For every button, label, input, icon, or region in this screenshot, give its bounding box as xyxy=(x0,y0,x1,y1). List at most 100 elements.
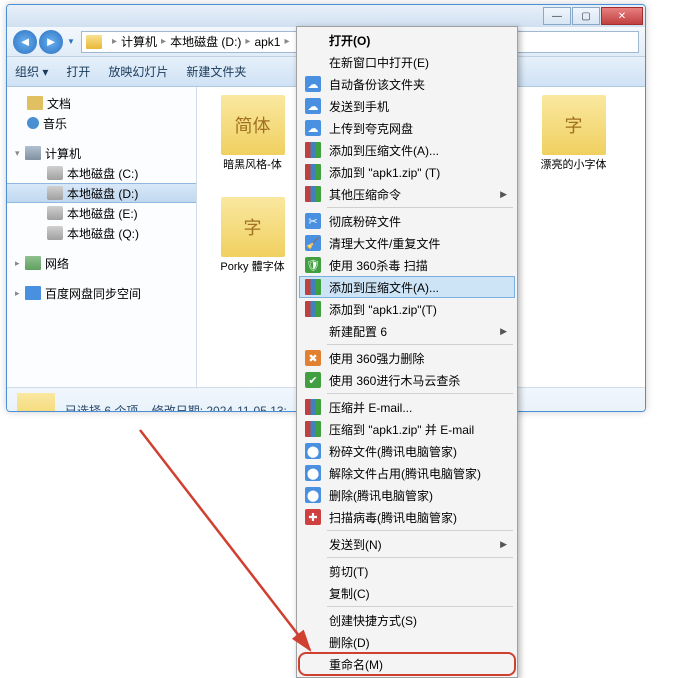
sidebar-item-computer[interactable]: ▾计算机 xyxy=(7,143,196,163)
submenu-arrow-icon: ▶ xyxy=(500,326,507,337)
file-label: Porky 體字体 xyxy=(220,261,284,274)
cloud-icon: ☁ xyxy=(305,76,321,92)
virus-icon: ✚ xyxy=(305,509,321,525)
sidebar-item-drive-q[interactable]: 本地磁盘 (Q:) xyxy=(7,223,196,243)
menu-virus-tx[interactable]: ✚扫描病毒(腾讯电脑管家) xyxy=(299,506,515,528)
drive-icon xyxy=(47,226,63,240)
menu-other-zip[interactable]: 其他压缩命令▶ xyxy=(299,183,515,205)
winrar-icon xyxy=(305,164,321,180)
menu-add-zip[interactable]: 添加到压缩文件(A)... xyxy=(299,139,515,161)
sidebar-item-drive-e[interactable]: 本地磁盘 (E:) xyxy=(7,203,196,223)
sidebar-item-network[interactable]: ▸ 网络 xyxy=(7,253,196,273)
expander-icon[interactable]: ▾ xyxy=(15,148,25,159)
history-dropdown[interactable]: ▼ xyxy=(65,30,77,54)
status-selected: 已选择 6 个项 xyxy=(65,404,138,412)
menu-360-trojan[interactable]: ✔使用 360进行木马云查杀 xyxy=(299,369,515,391)
menu-label: 添加到 "apk1.zip" (T) xyxy=(329,164,440,181)
menu-label: 彻底粉碎文件 xyxy=(329,213,401,230)
open-button[interactable]: 打开 xyxy=(66,63,90,80)
menu-label: 添加到 "apk1.zip"(T) xyxy=(329,301,437,318)
delete-icon: ✖ xyxy=(305,350,321,366)
breadcrumb-folder[interactable]: apk1 xyxy=(254,35,280,49)
newfolder-button[interactable]: 新建文件夹 xyxy=(186,63,246,80)
maximize-button[interactable]: ▢ xyxy=(572,7,600,25)
status-folder-icon xyxy=(17,393,55,413)
music-icon xyxy=(27,117,39,129)
minimize-button[interactable]: — xyxy=(543,7,571,25)
breadcrumb-sep: ▸ xyxy=(284,36,289,47)
menu-auto-backup[interactable]: ☁自动备份该文件夹 xyxy=(299,73,515,95)
menu-360-scan[interactable]: 🛡使用 360杀毒 扫描 xyxy=(299,254,515,276)
status-modified-label: 修改日期: xyxy=(152,404,203,412)
menu-label: 压缩并 E-mail... xyxy=(329,399,412,416)
folder-icon: 字 xyxy=(542,95,606,155)
menu-label: 使用 360杀毒 扫描 xyxy=(329,257,428,274)
file-label: 暗黑风格-体 xyxy=(223,159,282,172)
menu-delete[interactable]: 删除(D) xyxy=(299,631,515,653)
sidebar-item-drive-d[interactable]: 本地磁盘 (D:) xyxy=(7,183,196,203)
sidebar-item-music[interactable]: 音乐 xyxy=(7,113,196,133)
menu-label: 剪切(T) xyxy=(329,563,368,580)
menu-newconfig6[interactable]: 新建配置 6▶ xyxy=(299,320,515,342)
expander-icon[interactable]: ▸ xyxy=(15,288,25,299)
organize-button[interactable]: 组织 ▾ xyxy=(15,63,48,80)
status-modified: 2024-11-05 13: xyxy=(206,404,287,412)
tencent-icon: ⬤ xyxy=(305,443,321,459)
folder-icon: 字 xyxy=(221,197,285,257)
menu-clean-big[interactable]: 🧹清理大文件/重复文件 xyxy=(299,232,515,254)
menu-add-zip-2[interactable]: 添加到压缩文件(A)... xyxy=(299,276,515,298)
menu-label: 删除(腾讯电脑管家) xyxy=(329,487,433,504)
menu-shred-tx[interactable]: ⬤粉碎文件(腾讯电脑管家) xyxy=(299,440,515,462)
breadcrumb-root[interactable]: 计算机 xyxy=(121,33,157,50)
sidebar-item-baidu[interactable]: ▸百度网盘同步空间 xyxy=(7,283,196,303)
menu-unlock-tx[interactable]: ⬤解除文件占用(腾讯电脑管家) xyxy=(299,462,515,484)
menu-sendto[interactable]: 发送到(N)▶ xyxy=(299,533,515,555)
menu-open[interactable]: 打开(O) xyxy=(299,29,515,51)
menu-copy[interactable]: 复制(C) xyxy=(299,582,515,604)
document-icon xyxy=(27,96,43,110)
file-item[interactable]: 字 Porky 體字体 xyxy=(205,197,300,287)
menu-zip-apk-email[interactable]: 压缩到 "apk1.zip" 并 E-mail xyxy=(299,418,515,440)
menu-zip-email[interactable]: 压缩并 E-mail... xyxy=(299,396,515,418)
winrar-icon xyxy=(305,279,321,295)
menu-label: 使用 360进行木马云查杀 xyxy=(329,372,460,389)
sidebar-item-drive-c[interactable]: 本地磁盘 (C:) xyxy=(7,163,196,183)
sidebar-item-docs[interactable]: 文档 xyxy=(7,93,196,113)
back-button[interactable]: ◄ xyxy=(13,30,37,54)
menu-separator xyxy=(327,557,513,558)
breadcrumb-sep: ▸ xyxy=(112,36,117,47)
menu-cut[interactable]: 剪切(T) xyxy=(299,560,515,582)
titlebar: — ▢ ✕ xyxy=(7,5,645,27)
menu-upload-kuake[interactable]: ☁上传到夸克网盘 xyxy=(299,117,515,139)
sidebar-label: 网络 xyxy=(45,255,69,272)
breadcrumb-sep: ▸ xyxy=(161,36,166,47)
menu-add-apk1zip-2[interactable]: 添加到 "apk1.zip"(T) xyxy=(299,298,515,320)
file-label: 漂亮的小字体 xyxy=(541,159,607,172)
forward-button[interactable]: ► xyxy=(39,30,63,54)
breadcrumb-sep: ▸ xyxy=(245,36,250,47)
menu-new-window[interactable]: 在新窗口中打开(E) xyxy=(299,51,515,73)
sidebar-label: 文档 xyxy=(47,95,71,112)
menu-rename[interactable]: 重命名(M) xyxy=(299,653,515,675)
menu-shred[interactable]: ✂彻底粉碎文件 xyxy=(299,210,515,232)
slideshow-button[interactable]: 放映幻灯片 xyxy=(108,63,168,80)
close-button[interactable]: ✕ xyxy=(601,7,643,25)
breadcrumb-drive[interactable]: 本地磁盘 (D:) xyxy=(170,33,241,50)
menu-del-tx[interactable]: ⬤删除(腾讯电脑管家) xyxy=(299,484,515,506)
menu-360-forcedel[interactable]: ✖使用 360强力删除 xyxy=(299,347,515,369)
menu-add-apk1zip[interactable]: 添加到 "apk1.zip" (T) xyxy=(299,161,515,183)
menu-label: 解除文件占用(腾讯电脑管家) xyxy=(329,465,481,482)
file-item[interactable]: 简体暗黑风格-体 xyxy=(205,95,300,185)
menu-label: 其他压缩命令 xyxy=(329,186,401,203)
folder-icon xyxy=(86,35,102,49)
drive-icon xyxy=(47,166,63,180)
winrar-icon xyxy=(305,142,321,158)
winrar-icon xyxy=(305,186,321,202)
menu-separator xyxy=(327,530,513,531)
file-item[interactable]: 字漂亮的小字体 xyxy=(526,95,621,185)
expander-icon[interactable]: ▸ xyxy=(15,258,25,269)
menu-label: 添加到压缩文件(A)... xyxy=(329,142,439,159)
menu-send-phone[interactable]: ☁发送到手机 xyxy=(299,95,515,117)
menu-shortcut[interactable]: 创建快捷方式(S) xyxy=(299,609,515,631)
menu-label: 在新窗口中打开(E) xyxy=(329,54,429,71)
